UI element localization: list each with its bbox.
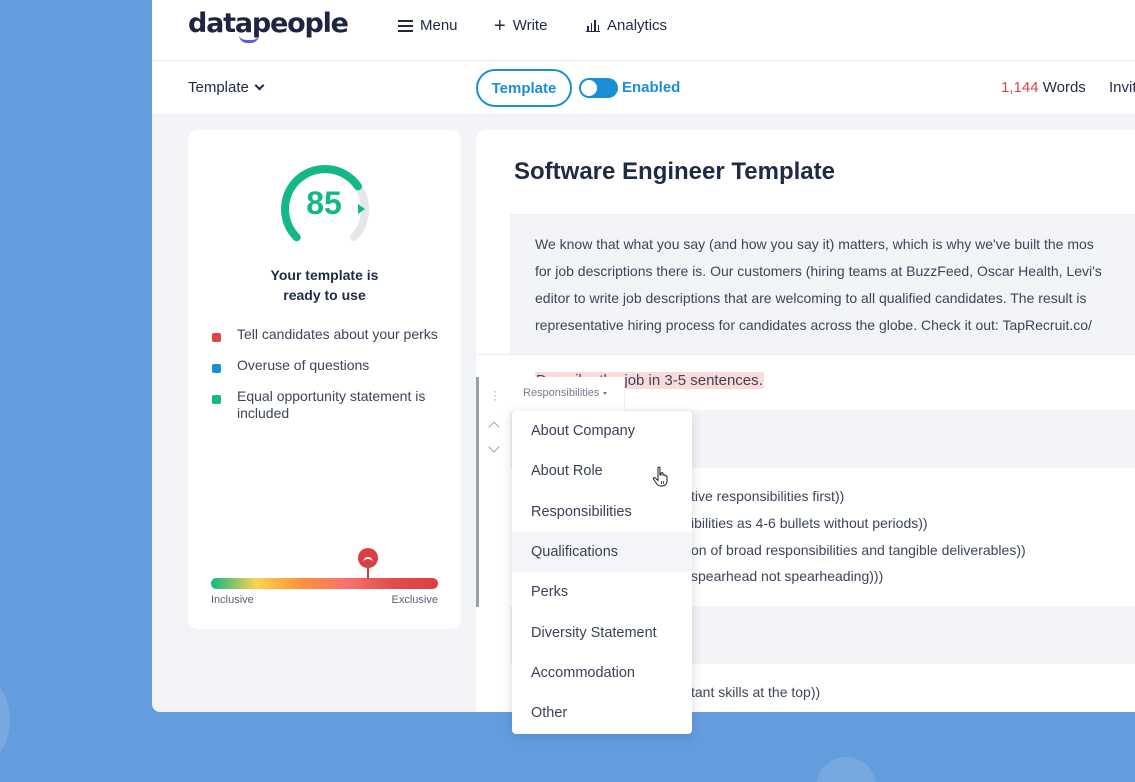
status-dot-icon: [212, 364, 221, 373]
template-button[interactable]: Template: [476, 69, 572, 107]
menu-item-diversity-statement[interactable]: Diversity Statement: [512, 612, 692, 652]
plus-icon: +: [494, 18, 506, 34]
score-status-title: Your template is ready to use: [188, 265, 461, 305]
word-count-label: Words: [1043, 79, 1086, 96]
score-status-line2: ready to use: [188, 285, 461, 305]
logo-smile-icon: [239, 35, 259, 43]
nav-write[interactable]: + Write: [494, 17, 547, 34]
move-up-icon[interactable]: [488, 421, 499, 432]
score-status-line1: Your template is: [188, 265, 461, 285]
gauge-label-wrap: 85: [282, 163, 374, 245]
inclusivity-meter: [211, 578, 438, 589]
tip-item[interactable]: Equal opportunity statement is included: [212, 388, 442, 422]
status-dot-icon: [212, 333, 221, 342]
invite-button[interactable]: Invit: [1109, 79, 1135, 96]
tips-list: Tell candidates about your perks Overuse…: [212, 326, 442, 436]
word-count: 1,144 Words: [1001, 79, 1086, 96]
document-title[interactable]: Software Engineer Template: [514, 158, 835, 186]
hamburger-icon: [398, 20, 413, 32]
caret-down-icon: [603, 392, 607, 395]
meter-left-label: Inclusive: [211, 594, 254, 606]
top-navigation: datapeople Menu + Write Analytics: [152, 0, 1135, 61]
tip-text: Tell candidates about your perks: [237, 326, 438, 343]
template-dropdown[interactable]: Template: [188, 79, 263, 96]
divider: [476, 354, 1135, 355]
play-triangle-icon: [358, 204, 365, 214]
section-type-label: Responsibilities: [523, 387, 599, 399]
tip-item[interactable]: Tell candidates about your perks: [212, 326, 442, 343]
bar-chart-icon: [586, 20, 600, 32]
menu-item-accommodation[interactable]: Accommodation: [512, 653, 692, 693]
responsibility-line[interactable]: spearhead not spearheading))): [691, 568, 883, 584]
score-value: 85: [282, 185, 366, 222]
background-decoration: [0, 680, 10, 760]
menu-item-perks[interactable]: Perks: [512, 572, 692, 612]
kebab-menu-icon[interactable]: ···: [493, 389, 497, 401]
sad-face-icon: [358, 548, 378, 568]
section-type-menu: About Company About Role Responsibilitie…: [512, 411, 692, 734]
move-down-icon[interactable]: [488, 441, 499, 452]
intro-line: representative hiring process for candid…: [535, 312, 1135, 339]
menu-item-other[interactable]: Other: [512, 693, 692, 733]
intro-line: for job descriptions there is. Our custo…: [535, 258, 1135, 285]
background-decoration: [816, 757, 876, 782]
nav-menu-label: Menu: [420, 17, 458, 34]
toggle-label: Enabled: [622, 79, 680, 96]
tip-text: Equal opportunity statement is included: [237, 388, 442, 422]
meter-right-label: Exclusive: [392, 594, 438, 606]
section-type-dropdown[interactable]: Responsibilities: [510, 377, 625, 411]
logo[interactable]: datapeople: [188, 8, 348, 39]
menu-item-qualifications[interactable]: Qualifications: [512, 532, 692, 572]
nav-menu[interactable]: Menu: [398, 17, 458, 34]
responsibility-line[interactable]: tive responsibilities first)): [691, 488, 844, 504]
intro-block[interactable]: We know that what you say (and how you s…: [510, 214, 1135, 354]
template-dropdown-label: Template: [188, 79, 249, 96]
responsibility-line[interactable]: ibilities as 4-6 bullets without periods…: [691, 515, 928, 531]
intro-line: editor to write job descriptions that ar…: [535, 285, 1135, 312]
intro-line: We know that what you say (and how you s…: [535, 231, 1135, 258]
active-section-rail: [476, 377, 479, 607]
hand-pointer-cursor-icon: [652, 466, 670, 488]
nav-write-label: Write: [513, 17, 548, 34]
enabled-toggle[interactable]: [579, 78, 618, 98]
nav-analytics-label: Analytics: [607, 17, 667, 34]
tip-text: Overuse of questions: [237, 357, 369, 374]
editor-toolbar: Template Template Enabled 1,144 Words In…: [152, 61, 1135, 115]
score-card: 85 Your template is ready to use Tell ca…: [188, 130, 461, 629]
skills-line[interactable]: tant skills at the top)): [691, 684, 820, 700]
status-dot-icon: [212, 395, 221, 404]
menu-item-about-company[interactable]: About Company: [512, 411, 692, 451]
nav-analytics[interactable]: Analytics: [586, 17, 667, 34]
tip-item[interactable]: Overuse of questions: [212, 357, 442, 374]
menu-item-responsibilities[interactable]: Responsibilities: [512, 492, 692, 532]
word-count-number: 1,144: [1001, 79, 1039, 96]
chevron-down-icon: [254, 81, 264, 91]
responsibility-line[interactable]: on of broad responsibilities and tangibl…: [691, 542, 1026, 558]
